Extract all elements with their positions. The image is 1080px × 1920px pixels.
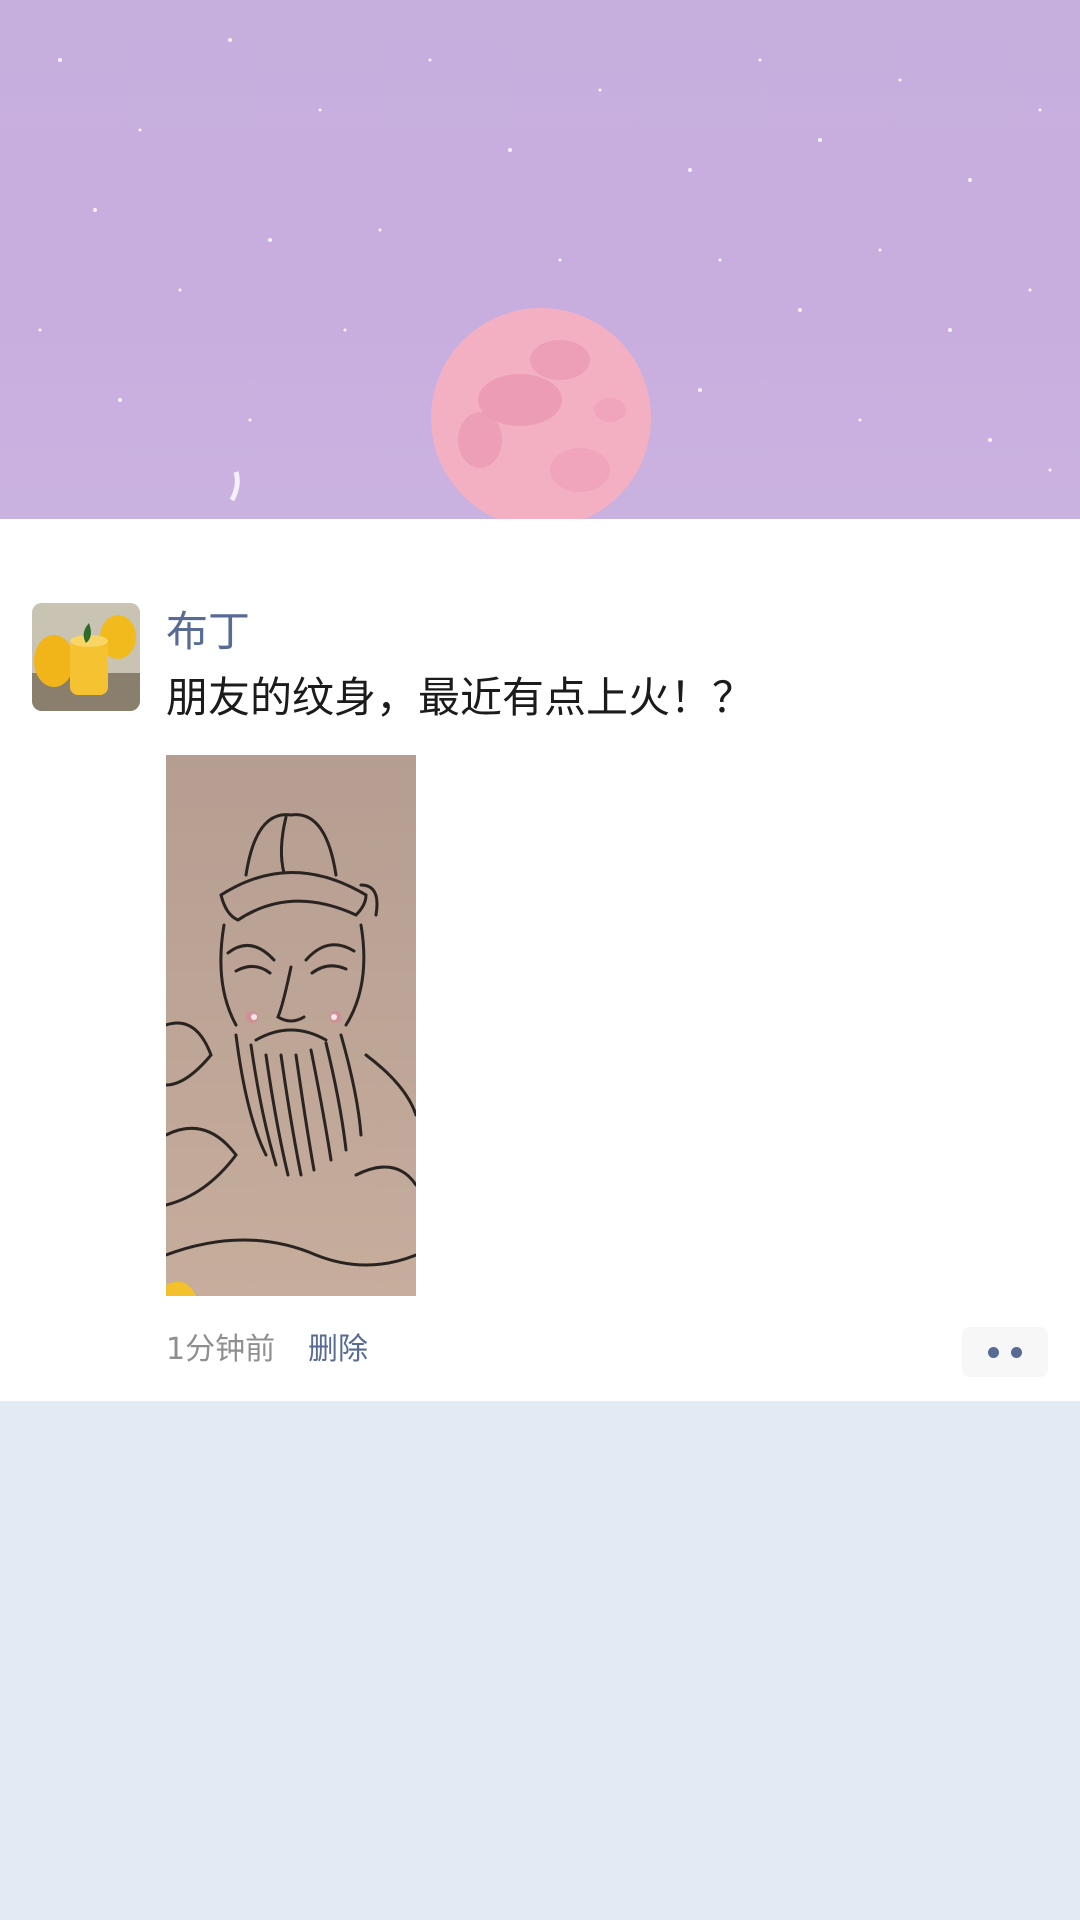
tattoo-photo [166, 755, 416, 1296]
cover-illustration [38, 38, 1052, 519]
more-dots-icon [1011, 1346, 1022, 1358]
more-button[interactable] [962, 1327, 1048, 1377]
avatar-image [32, 603, 140, 711]
delete-link[interactable]: 删除 [308, 1335, 368, 1365]
post-author-name[interactable]: 布丁 [166, 611, 250, 653]
avatar[interactable] [32, 603, 140, 711]
more-dots-icon [988, 1346, 999, 1358]
post-text: 朋友的纹身，最近有点上火！？ [166, 673, 755, 722]
post-photo[interactable] [166, 755, 416, 1296]
cover-image[interactable] [0, 0, 1080, 519]
post-time: 1分钟前 [166, 1332, 276, 1367]
moments-page: 布丁 朋友的纹身，最近有点上火！？ 1分钟前 删除 [0, 0, 1080, 1920]
moment-post: 布丁 朋友的纹身，最近有点上火！？ 1分钟前 删除 [0, 519, 1080, 1401]
